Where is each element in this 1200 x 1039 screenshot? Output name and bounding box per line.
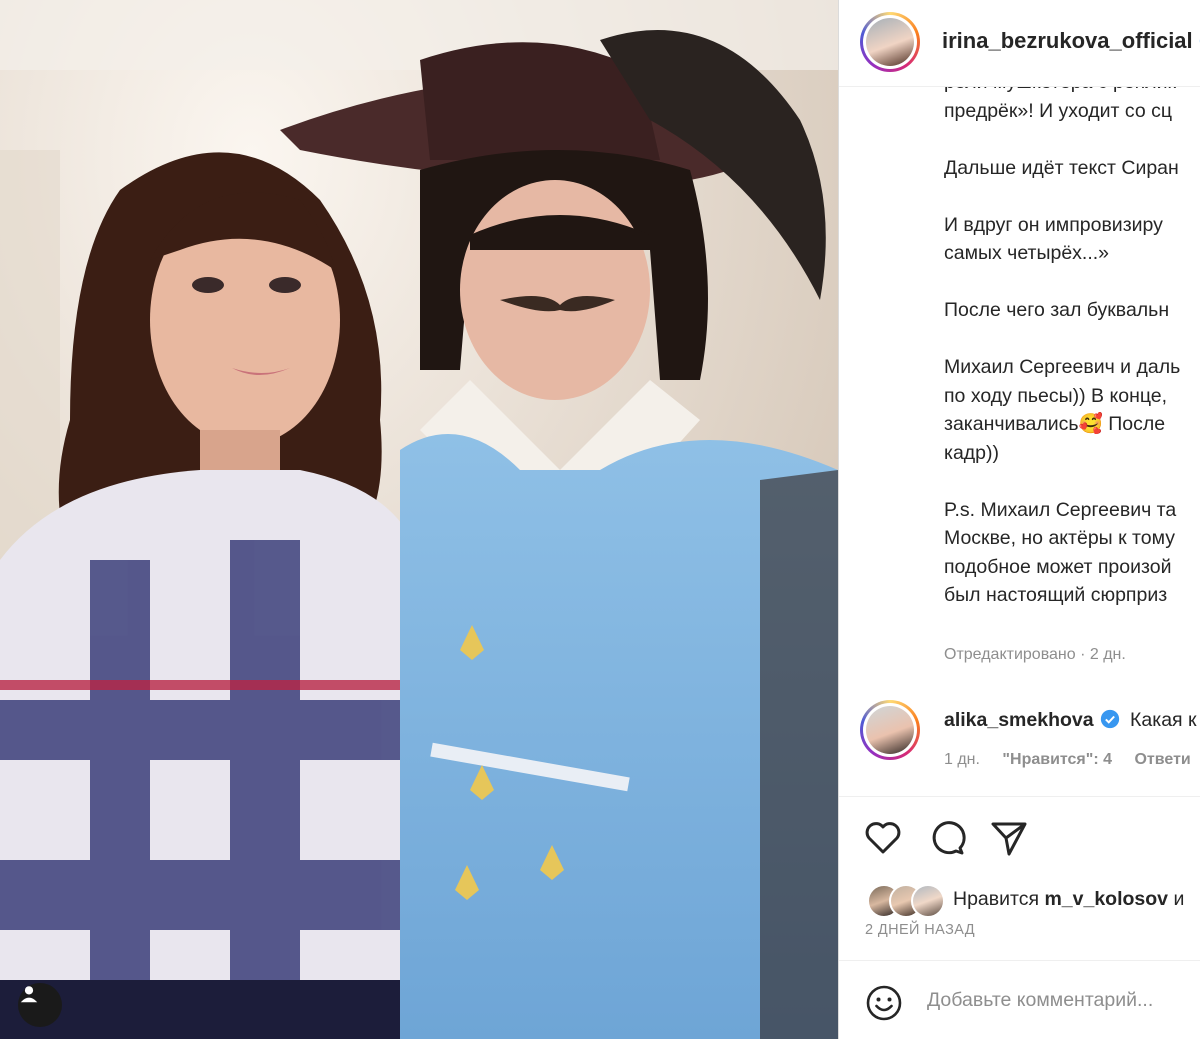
author-username[interactable]: irina_bezrukova_official bbox=[942, 28, 1200, 54]
add-comment-input[interactable] bbox=[927, 989, 1197, 1012]
caption-line: кадр)) bbox=[944, 441, 1000, 464]
likes-suffix: и bbox=[1173, 888, 1185, 910]
post-timestamp[interactable]: 2 ДНЕЙ НАЗАД bbox=[865, 922, 975, 938]
comment-likes[interactable]: "Нравится": 4 bbox=[1002, 751, 1112, 768]
caption-edited-time: Отредактировано · 2 дн. bbox=[944, 646, 1126, 663]
emoji-icon[interactable] bbox=[865, 984, 903, 1022]
post-caption: роли мушкетёра с реплик предрёк»! И уход… bbox=[944, 68, 1200, 610]
commenter-avatar[interactable] bbox=[860, 700, 920, 760]
caption-line: Москве, но актёры к тому bbox=[944, 527, 1175, 549]
caption-line: P.s. Михаил Сергеевич та bbox=[944, 498, 1177, 521]
caption-line: предрёк»! И уходит со сц bbox=[944, 99, 1173, 122]
photo-illustration bbox=[0, 0, 838, 1039]
caption-line bbox=[944, 325, 1200, 354]
user-icon bbox=[20, 986, 38, 1003]
caption-line bbox=[944, 182, 1200, 211]
likes-prefix: Нравится bbox=[953, 888, 1040, 910]
tagged-users-button[interactable] bbox=[18, 983, 62, 1027]
caption-line: по ходу пьесы)) В конце, bbox=[944, 384, 1168, 407]
avatar bbox=[911, 884, 945, 918]
caption-line: Михаил Сергеевич и даль bbox=[944, 356, 1181, 378]
comment-reply-button[interactable]: Ответи bbox=[1134, 751, 1190, 768]
caption-line bbox=[944, 125, 1200, 154]
comment-text: Какая к bbox=[1130, 709, 1197, 731]
author-name[interactable]: irina_bezrukova_official bbox=[942, 28, 1193, 53]
author-avatar[interactable] bbox=[860, 12, 920, 72]
comment-icon[interactable] bbox=[927, 818, 967, 858]
caption-line: Дальше идёт текст Сиран bbox=[944, 156, 1179, 179]
caption-line bbox=[944, 268, 1200, 297]
liked-by-text: Нравится m_v_kolosov и bbox=[953, 888, 1184, 911]
post-header: irina_bezrukova_official bbox=[839, 0, 1200, 87]
comment-meta: 1 дн. "Нравится": 4 Ответи bbox=[944, 751, 1200, 769]
send-icon[interactable] bbox=[989, 818, 1029, 858]
caption-line: После чего зал буквальн bbox=[944, 299, 1170, 321]
caption-line bbox=[944, 467, 1200, 496]
caption-line: был настоящий сюрприз bbox=[944, 584, 1168, 606]
comment: alika_smekhova Какая к bbox=[944, 709, 1197, 732]
commenter-username[interactable]: alika_smekhova bbox=[944, 709, 1094, 731]
caption-line: подобное может произой bbox=[944, 555, 1172, 578]
verified-badge-icon bbox=[1100, 709, 1119, 729]
heart-icon[interactable] bbox=[863, 818, 903, 858]
comment-time[interactable]: 1 дн. bbox=[944, 751, 980, 768]
post-photo bbox=[0, 0, 838, 1039]
liker-username[interactable]: m_v_kolosov bbox=[1044, 888, 1168, 910]
comment-box-divider bbox=[839, 960, 1200, 961]
post-side-panel: роли мушкетёра с реплик предрёк»! И уход… bbox=[839, 0, 1200, 1039]
actions-divider bbox=[839, 796, 1200, 797]
caption-line: самых четырёх...» bbox=[944, 242, 1110, 264]
caption-line: И вдруг он импровизиру bbox=[944, 213, 1163, 236]
caption-line: заканчивались🥰 После bbox=[944, 413, 1166, 435]
